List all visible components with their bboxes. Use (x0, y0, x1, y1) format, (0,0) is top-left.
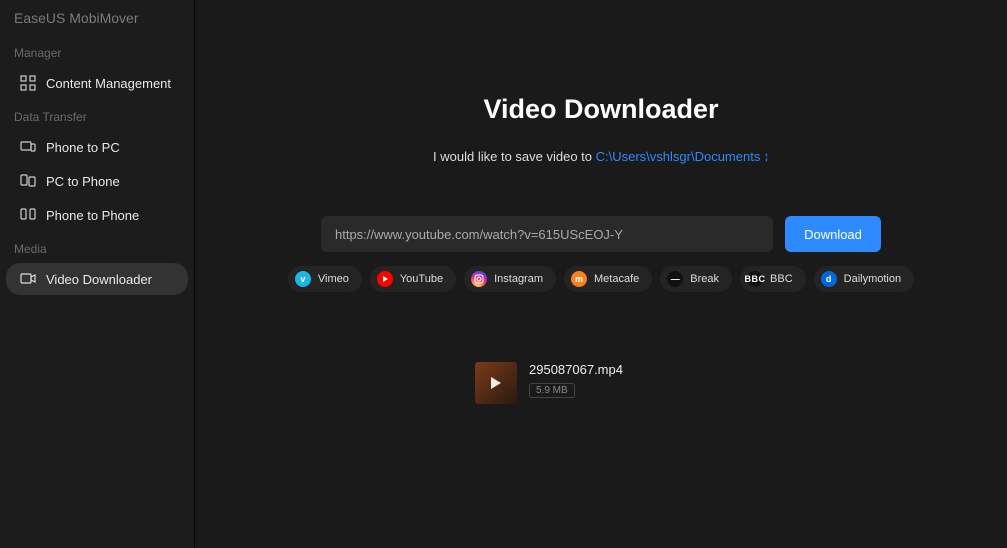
chip-label: Vimeo (318, 273, 349, 285)
site-chip-youtube[interactable]: YouTube (370, 266, 456, 292)
chip-label: Metacafe (594, 273, 639, 285)
sidebar-item-content-management[interactable]: Content Management (6, 67, 188, 99)
chip-label: BBC (770, 273, 793, 285)
pc-to-phone-icon (20, 173, 36, 189)
sidebar-item-label: Video Downloader (46, 272, 152, 287)
sidebar: EaseUS MobiMover Manager Content Managem… (0, 0, 195, 548)
section-label-manager: Manager (0, 36, 194, 66)
site-chip-metacafe[interactable]: m Metacafe (564, 266, 652, 292)
video-thumbnail (475, 362, 517, 404)
site-chip-bbc[interactable]: BBC BBC (740, 266, 806, 292)
page-title: Video Downloader (195, 94, 1007, 125)
break-icon: — (667, 271, 683, 287)
metacafe-icon: m (571, 271, 587, 287)
chip-label: Dailymotion (844, 273, 901, 285)
sidebar-item-label: Content Management (46, 76, 171, 91)
chevron-updown-icon[interactable]: ↕ (764, 150, 769, 165)
download-button[interactable]: Download (785, 216, 881, 252)
save-location-line: I would like to save video to C:\Users\v… (195, 149, 1007, 164)
site-chip-break[interactable]: — Break (660, 266, 732, 292)
youtube-icon (377, 271, 393, 287)
chip-label: Break (690, 273, 719, 285)
grid-icon (20, 75, 36, 91)
app-title: EaseUS MobiMover (0, 6, 194, 36)
bbc-icon: BBC (747, 271, 763, 287)
download-item[interactable]: 295087067.mp4 5.9 MB (475, 362, 623, 404)
url-input[interactable] (321, 216, 773, 252)
download-meta: 295087067.mp4 5.9 MB (529, 362, 623, 398)
chip-label: YouTube (400, 273, 443, 285)
section-label-data-transfer: Data Transfer (0, 100, 194, 130)
section-label-media: Media (0, 232, 194, 262)
sidebar-item-label: Phone to PC (46, 140, 120, 155)
video-icon (20, 271, 36, 287)
chip-label: Instagram (494, 273, 543, 285)
url-row: Download (321, 216, 881, 252)
sidebar-item-video-downloader[interactable]: Video Downloader (6, 263, 188, 295)
download-filesize: 5.9 MB (529, 383, 575, 398)
save-prefix: I would like to save video to (433, 149, 596, 164)
download-filename: 295087067.mp4 (529, 362, 623, 377)
vimeo-icon: v (295, 271, 311, 287)
sidebar-item-label: Phone to Phone (46, 208, 139, 223)
phone-to-pc-icon (20, 139, 36, 155)
save-path-link[interactable]: C:\Users\vshlsgr\Documents (596, 149, 761, 164)
dailymotion-icon: d (821, 271, 837, 287)
sidebar-item-label: PC to Phone (46, 174, 120, 189)
phone-to-phone-icon (20, 207, 36, 223)
sidebar-item-pc-to-phone[interactable]: PC to Phone (6, 165, 188, 197)
sidebar-item-phone-to-pc[interactable]: Phone to PC (6, 131, 188, 163)
main-content: Video Downloader I would like to save vi… (195, 0, 1007, 548)
supported-sites: v Vimeo YouTube Instagram m Metacafe — B… (281, 266, 921, 292)
site-chip-vimeo[interactable]: v Vimeo (288, 266, 362, 292)
site-chip-dailymotion[interactable]: d Dailymotion (814, 266, 914, 292)
site-chip-instagram[interactable]: Instagram (464, 266, 556, 292)
instagram-icon (471, 271, 487, 287)
sidebar-item-phone-to-phone[interactable]: Phone to Phone (6, 199, 188, 231)
